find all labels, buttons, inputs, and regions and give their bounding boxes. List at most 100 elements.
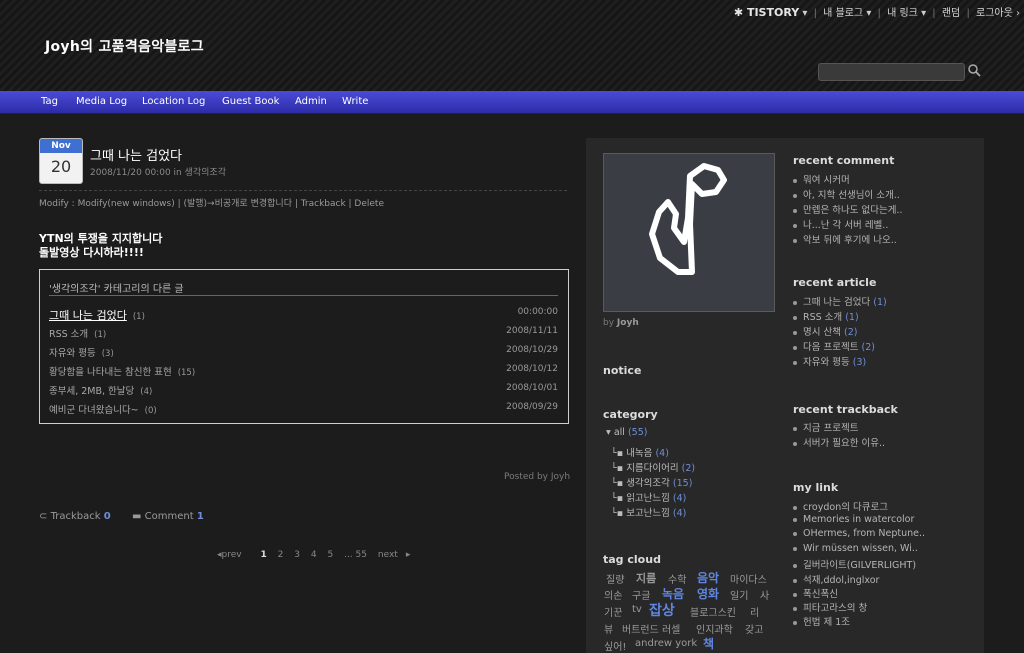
tag-link[interactable]: 갖고 (745, 621, 763, 636)
profile-image (603, 153, 775, 312)
my-link-item[interactable]: 폭신폭신 (793, 586, 838, 600)
nav-admin[interactable]: Admin (295, 96, 327, 107)
recent-comment-item[interactable]: 나...난 각 서버 레벨.. (793, 217, 888, 231)
page-4[interactable]: 4 (311, 550, 317, 560)
comment-link[interactable]: ▬ Comment 1 (132, 511, 204, 522)
page-5[interactable]: 5 (327, 550, 333, 560)
category-heading: category (603, 408, 658, 421)
category-item[interactable]: └▪ 읽고난느낌 (4) (611, 490, 686, 504)
tag-link[interactable]: 잡상 (649, 600, 675, 620)
my-link-item[interactable]: Memories in watercolor (793, 514, 914, 525)
tag-link[interactable]: 리 (750, 604, 759, 619)
my-link-item[interactable]: 길버라이트(GILVERLIGHT) (793, 557, 916, 571)
my-link-item[interactable]: 헌법 제 1조 (793, 614, 850, 628)
comment-icon: ▬ (132, 511, 142, 522)
nav-write[interactable]: Write (342, 96, 368, 107)
related-post-item[interactable]: RSS 소개 (1) 2008/11/11 (49, 326, 558, 340)
random-link[interactable]: 랜덤 (942, 8, 960, 19)
my-link-item[interactable]: Wir müssen wissen, Wi.. (793, 543, 918, 554)
search-icon[interactable] (967, 63, 981, 77)
tag-link[interactable]: tv (632, 604, 642, 615)
my-blog-menu[interactable]: 내 블로그 (823, 8, 863, 19)
recent-trackback-item[interactable]: 서버가 필요한 이유.. (793, 435, 885, 449)
tag-link[interactable]: 음악 (697, 569, 719, 586)
related-post-item[interactable]: 예비군 다녀왔습니다~ (0) 2008/09/29 (49, 402, 558, 416)
my-link-item[interactable]: croydon의 다큐로그 (793, 499, 888, 513)
recent-article-item[interactable]: 다음 프로젝트 (2) (793, 339, 875, 353)
my-link-heading: my link (793, 481, 839, 494)
category-all[interactable]: ▾ all (55) (606, 427, 647, 438)
tag-link[interactable]: 인지과학 (696, 621, 733, 636)
music-note-icon (649, 163, 727, 275)
trackback-link[interactable]: ⊂ Trackback 0 (39, 511, 111, 522)
recent-article-item[interactable]: 그때 나는 검었다 (1) (793, 294, 887, 308)
post-body-line: YTN의 투쟁을 지지합니다 (39, 232, 163, 245)
post-meta: 2008/11/20 00:00 in 생각의조각 (90, 168, 226, 178)
related-post-item[interactable]: 자유와 평등 (3) 2008/10/29 (49, 345, 558, 359)
my-link-item[interactable]: OHermes, from Neptune.. (793, 528, 925, 539)
tistory-logo[interactable]: ✱ TISTORY (734, 6, 799, 19)
tag-link[interactable]: 마이다스 (730, 571, 767, 586)
page-1[interactable]: 1 (261, 550, 267, 560)
my-link-item[interactable]: 피타고라스의 창 (793, 600, 867, 614)
recent-comment-item[interactable]: 악보 뒤에 후기에 나오.. (793, 232, 897, 246)
recent-article-item[interactable]: 자유와 평등 (3) (793, 354, 866, 368)
blog-title[interactable]: Joyh의 고품격음악블로그 (45, 36, 204, 56)
nav-tag[interactable]: Tag (41, 96, 58, 107)
tag-link[interactable]: 사 (760, 587, 769, 602)
page-3[interactable]: 3 (294, 550, 300, 560)
category-item[interactable]: └▪ 생각의조각 (15) (611, 475, 692, 489)
tag-link[interactable]: 질량 (606, 571, 624, 586)
main-nav: Tag Media Log Location Log Guest Book Ad… (0, 91, 1024, 114)
folder-icon: ▾ (606, 427, 611, 438)
tag-link[interactable]: 싶어! (604, 638, 626, 653)
nav-location-log[interactable]: Location Log (142, 96, 205, 107)
recent-comment-item[interactable]: 만렙은 하나도 없다는게.. (793, 202, 902, 216)
recent-article-item[interactable]: RSS 소개 (1) (793, 309, 859, 323)
tag-link[interactable]: 블로그스킨 (690, 604, 736, 619)
recent-trackback-item[interactable]: 지금 프로젝트 (793, 420, 858, 434)
category-item[interactable]: └▪ 지름다이어리 (2) (611, 460, 695, 474)
pagination: ◂prev 1 2 3 4 5 ... 55 next ▸ (217, 550, 418, 560)
tag-link[interactable]: 책 (703, 635, 714, 652)
tag-link[interactable]: 일기 (730, 587, 748, 602)
related-post-item[interactable]: 종부세, 2MB, 한날당 (4) 2008/10/01 (49, 383, 558, 397)
category-item[interactable]: └▪ 내녹음 (4) (611, 445, 669, 459)
my-link-menu[interactable]: 내 링크 (887, 8, 918, 19)
recent-comment-item[interactable]: 뭐여 시커머 (793, 172, 850, 186)
search-input[interactable] (818, 63, 965, 81)
page-last[interactable]: ... 55 (344, 550, 367, 560)
prev-page[interactable]: ◂prev (217, 550, 250, 560)
nav-guest-book[interactable]: Guest Book (222, 96, 279, 107)
related-posts-title: '생각의조각' 카테고리의 다른 글 (49, 284, 184, 295)
notice-heading: notice (603, 364, 642, 377)
tag-link[interactable]: 구글 (632, 587, 650, 602)
tag-link[interactable]: 버트런드 러셀 (622, 621, 680, 636)
tag-link[interactable]: andrew york (635, 638, 697, 649)
chevron-down-icon: ▾ (802, 8, 808, 19)
related-post-item[interactable]: 황당함을 나타내는 참신한 표현 (15) 2008/10/12 (49, 364, 558, 378)
recent-comment-item[interactable]: 아, 지학 선생님이 소개.. (793, 187, 900, 201)
tag-link[interactable]: 수학 (668, 571, 686, 586)
tag-link[interactable]: 의손 (604, 587, 622, 602)
page-2[interactable]: 2 (278, 550, 284, 560)
post-title[interactable]: 그때 나는 검었다 (90, 145, 182, 164)
related-post-item[interactable]: 그때 나는 검었다 (1) 00:00:00 (49, 307, 558, 322)
posted-by: Posted by Joyh (504, 472, 571, 482)
my-link-item[interactable]: 석재,ddol,inglxor (793, 572, 879, 586)
tag-link[interactable]: 지름 (636, 570, 656, 586)
recent-article-item[interactable]: 명시 산책 (2) (793, 324, 857, 338)
divider (39, 190, 567, 191)
tag-link[interactable]: 기꾼 (604, 604, 622, 619)
next-page[interactable]: next ▸ (378, 550, 410, 560)
tag-link[interactable]: 뷰 (604, 621, 613, 636)
category-item[interactable]: └▪ 보고난느낌 (4) (611, 505, 686, 519)
recent-trackback-heading: recent trackback (793, 403, 898, 416)
post-admin-links[interactable]: Modify : Modify(new windows) | (발행)→비공개로… (39, 196, 384, 209)
post-date-calendar-icon: Nov 20 (39, 138, 83, 184)
tag-link[interactable]: 영화 (697, 585, 719, 602)
tistory-topbar: ✱ TISTORY ▾ | 내 블로그 ▾ | 내 링크 ▾ | 랜덤 | 로그… (733, 6, 1020, 19)
logout-link[interactable]: 로그아웃 (976, 8, 1013, 19)
nav-media-log[interactable]: Media Log (76, 96, 127, 107)
chevron-down-icon: ▾ (866, 8, 872, 19)
